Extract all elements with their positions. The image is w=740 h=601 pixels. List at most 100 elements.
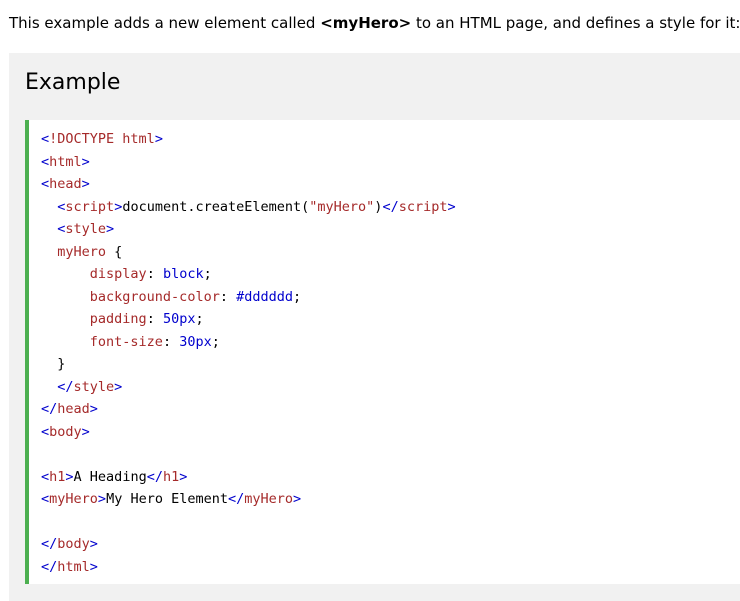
code-block: <!DOCTYPE html> <html> <head> <script>docu… <box>41 128 456 578</box>
intro-element-name: <myHero> <box>320 14 412 32</box>
code-token: html <box>57 558 90 575</box>
code-token: padding <box>89 311 147 327</box>
code-token: > <box>154 131 163 147</box>
code-line: <script>document.createElement("myHero")… <box>41 196 456 219</box>
code-token: > <box>89 536 98 552</box>
code-line: </head> <box>41 398 456 421</box>
code-line: padding: 50px; <box>41 308 456 331</box>
code-token: My Hero Element <box>106 491 228 507</box>
code-token: background-color <box>89 288 220 305</box>
code-token: > <box>81 176 90 192</box>
code-token: body <box>57 536 90 552</box>
code-token: </ <box>382 198 399 215</box>
code-token: > <box>81 153 90 170</box>
code-panel: <!DOCTYPE html> <html> <head> <script>docu… <box>25 120 740 584</box>
code-line: <body> <box>41 421 456 444</box>
code-token: < <box>41 468 50 485</box>
code-token: myHero <box>244 491 294 507</box>
example-box: Example <!DOCTYPE html> <html> <head> <scr… <box>9 53 740 601</box>
code-token: h1 <box>49 468 66 485</box>
code-token: h1 <box>162 468 180 485</box>
code-token: script <box>65 198 115 215</box>
code-token: style <box>65 221 107 237</box>
code-token: : <box>146 311 163 327</box>
code-token: > <box>179 468 188 485</box>
code-token: body <box>49 423 82 440</box>
code-token: </ <box>41 558 58 575</box>
code-token: !DOCTYPE html <box>49 131 155 147</box>
code-line: </body> <box>41 533 456 556</box>
code-token: </ <box>41 536 58 552</box>
code-token: display <box>89 266 147 282</box>
code-line: <h1>A Heading</h1> <box>41 466 456 489</box>
code-token: #dddddd <box>236 288 293 305</box>
code-token: block <box>162 266 204 282</box>
code-token: ; <box>293 288 302 305</box>
code-token: 50px <box>162 311 196 327</box>
code-token: > <box>65 468 74 485</box>
code-token: > <box>97 491 107 507</box>
code-token: </ <box>146 468 163 485</box>
code-token: html <box>49 153 82 170</box>
code-token: > <box>81 423 90 440</box>
code-token: > <box>89 401 98 417</box>
code-token: style <box>73 378 115 395</box>
code-token: </ <box>227 491 245 507</box>
intro-suffix: to an HTML page, and defines a style for… <box>411 14 740 32</box>
code-token: < <box>41 176 50 192</box>
code-line: myHero { <box>41 241 456 264</box>
code-token: ; <box>203 266 212 282</box>
code-line: <html> <box>41 151 456 174</box>
code-token: myHero <box>57 243 107 260</box>
code-token: > <box>447 198 456 215</box>
code-token: > <box>106 221 115 237</box>
code-token: head <box>57 401 90 417</box>
code-token: : <box>162 333 180 350</box>
code-token: < <box>41 131 50 147</box>
code-token: > <box>114 378 123 395</box>
code-line: } <box>41 353 456 376</box>
code-line: <!DOCTYPE html> <box>41 128 456 151</box>
intro-prefix: This example adds a new element called <box>9 14 321 32</box>
code-token: </ <box>57 378 74 395</box>
code-token: : <box>219 288 237 305</box>
code-line: display: block; <box>41 263 456 286</box>
code-line: <head> <box>41 173 456 196</box>
code-line: <style> <box>41 218 456 241</box>
code-token: document.createElement( <box>122 198 310 215</box>
example-title: Example <box>25 70 121 95</box>
code-line: </html> <box>41 556 456 579</box>
code-token: ; <box>195 311 204 327</box>
code-token: myHero <box>49 491 98 507</box>
code-token: </ <box>41 401 58 417</box>
code-token: script <box>398 198 448 215</box>
code-line: </style> <box>41 376 456 399</box>
code-token: { <box>106 243 123 260</box>
code-line: font-size: 30px; <box>41 331 456 354</box>
code-token: < <box>41 153 50 170</box>
code-token: head <box>49 176 82 192</box>
code-token: < <box>41 491 50 507</box>
code-token: 30px <box>179 333 212 350</box>
intro-text: This example adds a new element called <… <box>9 10 740 36</box>
code-line: <myHero>My Hero Element</myHero> <box>41 488 456 511</box>
code-line: background-color: #dddddd; <box>41 286 456 309</box>
code-token: "myHero" <box>309 198 375 215</box>
code-token: font-size <box>89 333 163 350</box>
code-token: > <box>293 491 302 507</box>
code-token: < <box>41 423 50 440</box>
code-token: } <box>41 356 66 372</box>
code-token: : <box>146 266 163 282</box>
code-token: ; <box>211 333 220 350</box>
code-token: > <box>89 558 98 575</box>
